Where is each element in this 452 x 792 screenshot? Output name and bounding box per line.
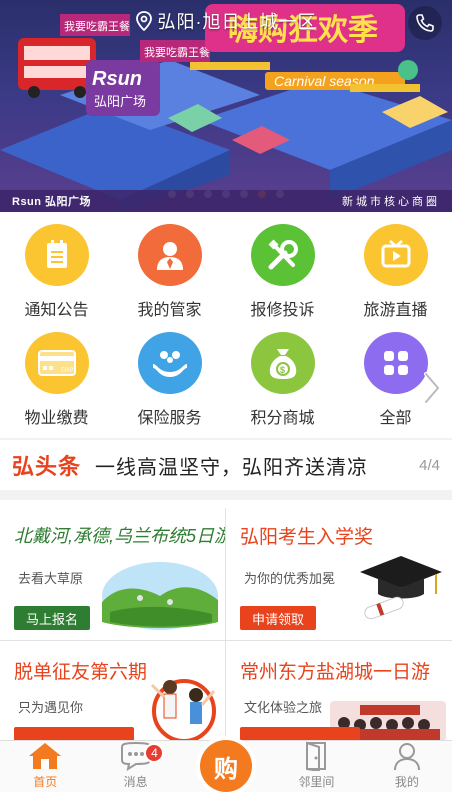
promo-title: 弘阳考生入学奖 — [240, 527, 374, 548]
butler-icon — [137, 224, 202, 286]
promo-card-student-award[interactable]: 弘阳考生入学奖 为你的优秀加冕 申请领取 — [226, 500, 451, 640]
grid-next-page-button[interactable] — [420, 368, 444, 408]
grid-item-repair[interactable]: 报修投诉 — [226, 212, 339, 320]
shop-button[interactable]: 购 — [200, 740, 252, 792]
grassland-image — [102, 562, 218, 630]
signup-button[interactable]: 马上报名 — [14, 606, 91, 630]
tv-icon — [363, 224, 428, 286]
promo-section: 北戴河,承德,乌兰布统5日游 去看大草原 马上报名 弘阳考生入学奖 为你的优秀加… — [0, 500, 452, 740]
svg-text:$: $ — [280, 365, 285, 375]
tab-label: 邻里间 — [298, 775, 335, 789]
tab-messages[interactable]: 4 消息 — [90, 741, 180, 792]
door-icon — [306, 741, 327, 771]
grid-item-travel-live[interactable]: 旅游直播 — [339, 212, 452, 320]
card-icon: ERP — [24, 332, 89, 394]
unread-badge: 4 — [144, 743, 165, 763]
headline-tag: 弘头条 — [12, 454, 82, 479]
user-icon — [393, 743, 420, 771]
promo-button[interactable] — [14, 727, 134, 740]
couple-image — [150, 679, 216, 740]
promo-subtitle: 文化体验之旅 — [244, 700, 323, 715]
home-icon — [29, 743, 62, 769]
promo-title: 常州东方盐湖城一日游 — [240, 662, 431, 683]
grid-item-label: 物业缴费 — [24, 410, 89, 427]
grid-item-insurance[interactable]: 保险服务 — [113, 320, 226, 428]
grid-item-label: 旅游直播 — [363, 302, 428, 319]
grid-item-notice[interactable]: 通知公告 — [0, 212, 113, 320]
promo-title: 北戴河,承德,乌兰布统5日游 — [14, 526, 225, 546]
promo-subtitle: 去看大草原 — [18, 571, 84, 586]
grid-item-butler[interactable]: 我的管家 — [113, 212, 226, 320]
insurance-icon — [137, 332, 202, 394]
svg-text:我要吃霸王餐: 我要吃霸王餐 — [144, 45, 210, 59]
banner-slogan: 新城市核心商圈 — [342, 196, 440, 208]
notice-icon — [24, 224, 89, 286]
graduation-cap-icon — [360, 556, 442, 620]
promo-title: 脱单征友第六期 — [14, 662, 148, 683]
service-grid: 通知公告 我的管家 报修投诉 旅游直播 ERP 物业缴费 保险服务 $ 积分商城… — [0, 212, 452, 438]
divider — [0, 640, 452, 641]
grid-item-property-fee[interactable]: ERP 物业缴费 — [0, 320, 113, 428]
tab-home[interactable]: 首页 — [0, 741, 90, 792]
shop-button-label: 购 — [214, 755, 238, 783]
apply-button[interactable]: 申请领取 — [240, 606, 317, 630]
grid-item-label: 积分商城 — [250, 410, 315, 427]
banner-brand: Rsun 弘阳广场 — [12, 196, 92, 208]
location-selector[interactable]: 弘阳·旭日上城一区 — [0, 6, 452, 36]
grid-item-label: 保险服务 — [137, 410, 202, 427]
location-text: 弘阳·旭日上城一区 — [157, 12, 317, 32]
location-pin-icon — [135, 11, 152, 31]
grid-item-points-mall[interactable]: $ 积分商城 — [226, 320, 339, 428]
phone-icon — [416, 14, 434, 32]
promo-card-dating[interactable]: 脱单征友第六期 只为遇见你 — [0, 641, 225, 740]
promo-subtitle: 为你的优秀加冕 — [244, 571, 336, 586]
headline-pager: 4/4 — [419, 456, 440, 474]
tab-neighbors[interactable]: 邻里间 — [271, 741, 361, 792]
tab-label: 我的 — [394, 775, 419, 789]
promo-card-salt-lake-tour[interactable]: 常州东方盐湖城一日游 文化体验之旅 — [226, 641, 451, 740]
grid-item-label: 全部 — [379, 410, 412, 427]
phone-button[interactable] — [408, 6, 442, 40]
banner-footer-strip: Rsun 弘阳广场 新城市核心商圈 — [0, 190, 452, 212]
promo-subtitle: 只为遇见你 — [18, 700, 84, 715]
headline-ticker[interactable]: 弘头条 一线高温坚守，弘阳齐送清凉 4/4 — [0, 440, 452, 490]
tab-label: 首页 — [33, 775, 58, 789]
money-bag-icon: $ — [250, 332, 315, 394]
promo-button[interactable] — [240, 727, 360, 740]
svg-text:弘阳广场: 弘阳广场 — [94, 95, 146, 110]
promo-card-grassland-tour[interactable]: 北戴河,承德,乌兰布统5日游 去看大草原 马上报名 — [0, 500, 225, 640]
tab-label: 消息 — [123, 775, 148, 789]
headline-text[interactable]: 一线高温坚守，弘阳齐送清凉 — [95, 451, 419, 480]
grid-item-label: 通知公告 — [24, 302, 89, 319]
carnival-banner[interactable]: Rsun 弘阳广场 我要吃霸王餐 我要吃霸王餐 嗨购狂欢季 Carnival s… — [0, 0, 452, 212]
tab-profile[interactable]: 我的 — [362, 741, 452, 792]
apps-icon — [363, 332, 428, 394]
grid-item-label: 报修投诉 — [250, 302, 315, 319]
chevron-right-icon — [424, 372, 440, 404]
svg-text:ERP: ERP — [61, 368, 73, 374]
grid-item-label: 我的管家 — [137, 302, 202, 319]
svg-text:Rsun: Rsun — [92, 68, 142, 90]
repair-icon — [250, 224, 315, 286]
